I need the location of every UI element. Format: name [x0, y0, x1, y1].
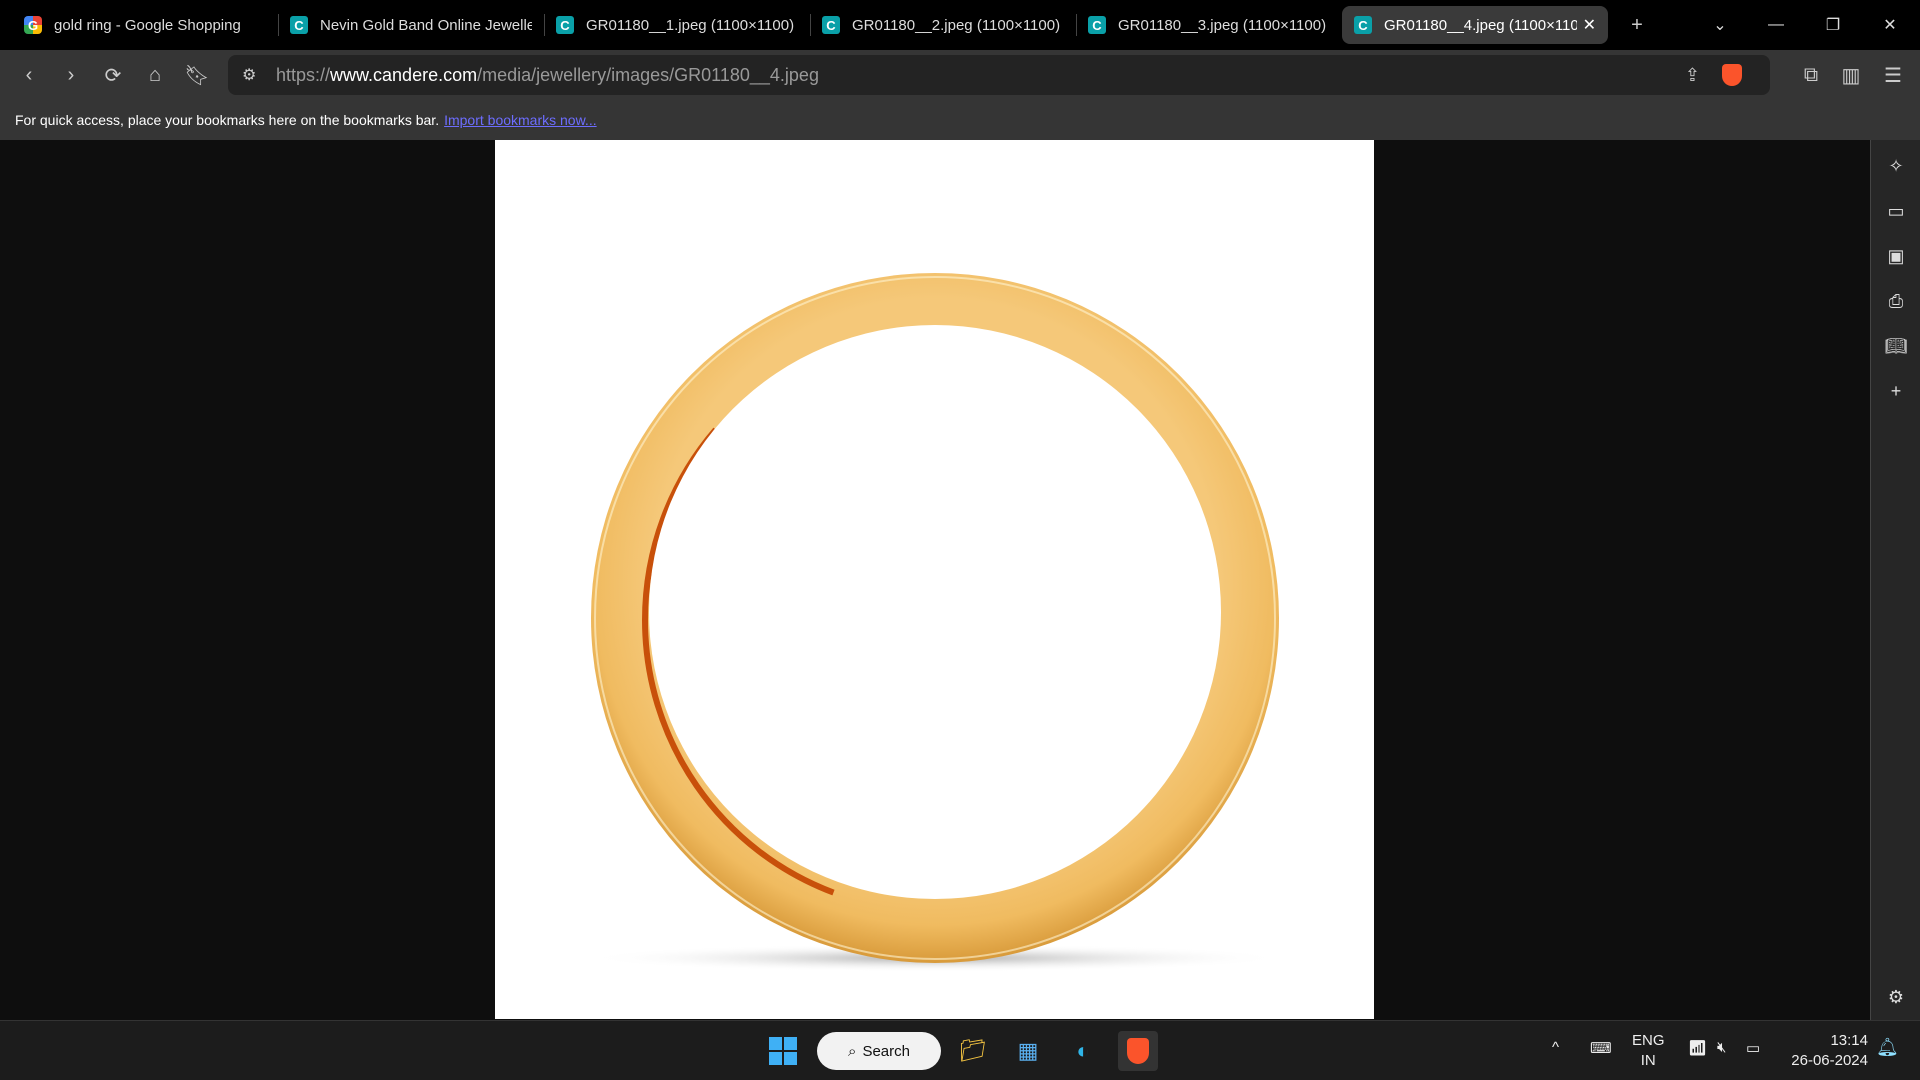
- candere-favicon-icon: C: [1088, 16, 1106, 34]
- brave-icon[interactable]: [1118, 1031, 1158, 1071]
- talk-icon[interactable]: ▭: [1871, 189, 1920, 234]
- keyboard-icon[interactable]: ⌨: [1590, 1039, 1612, 1057]
- taskbar: ⌕ Search 📁︎ ▦ ◐ ^ ⌨ ENG IN 📶︎ 🔇︎ ▭ 13:14 26…: [0, 1020, 1920, 1080]
- bookmarks-icon[interactable]: ⎙: [1871, 279, 1920, 324]
- home-button[interactable]: ⌂: [134, 57, 176, 93]
- browser-sidebar: ✧ ▭ ▣ ⎙ 📖︎ + ⚙︎: [1870, 140, 1920, 1020]
- candere-favicon-icon: C: [1354, 16, 1372, 34]
- taskbar-search[interactable]: ⌕ Search: [817, 1032, 941, 1070]
- url-host: www.candere.com: [330, 64, 478, 85]
- file-explorer-icon[interactable]: 📁︎: [953, 1031, 993, 1071]
- tab-image-2[interactable]: C GR01180__2.jpeg (1100×1100): [810, 6, 1076, 44]
- ring-image: [495, 140, 1374, 1019]
- candere-favicon-icon: C: [290, 16, 308, 34]
- battery-icon[interactable]: ▭: [1746, 1039, 1760, 1057]
- tab-title: GR01180__2.jpeg (1100×1100): [852, 16, 1061, 34]
- tab-title: GR01180__4.jpeg (1100×1100): [1384, 16, 1577, 34]
- close-tab-icon[interactable]: ✕: [1583, 15, 1596, 35]
- region-label: IN: [1640, 1052, 1656, 1069]
- sidebar-settings-icon[interactable]: ⚙︎: [1871, 975, 1920, 1020]
- forward-button[interactable]: ›: [50, 57, 92, 93]
- show-hidden-icons-chevron-icon[interactable]: ^: [1552, 1039, 1559, 1056]
- leo-ai-icon[interactable]: ✧: [1871, 144, 1920, 189]
- extensions-icon[interactable]: ⧉: [1790, 57, 1832, 93]
- menu-icon[interactable]: ☰: [1872, 57, 1914, 93]
- bookmarks-bar-message: For quick access, place your bookmarks h…: [15, 112, 440, 128]
- tab-title: GR01180__3.jpeg (1100×1100): [1118, 16, 1327, 34]
- image-viewer: [0, 140, 1870, 1020]
- microsoft-store-icon[interactable]: ▦: [1008, 1031, 1048, 1071]
- candere-favicon-icon: C: [822, 16, 840, 34]
- tab-google-shopping[interactable]: Ggold ring - Google Shopping: [12, 6, 278, 44]
- tab-title: GR01180__1.jpeg (1100×1100): [586, 16, 795, 34]
- site-settings-icon[interactable]: ⚙︎: [242, 65, 256, 85]
- new-tab-button[interactable]: +: [1616, 7, 1658, 43]
- reading-list-icon[interactable]: 📖︎: [1871, 324, 1920, 369]
- time: 13:14: [1830, 1032, 1868, 1049]
- language-label: ENG: [1632, 1032, 1665, 1049]
- tab-image-4[interactable]: C GR01180__4.jpeg (1100×1100) ✕: [1342, 6, 1608, 44]
- tab-list-chevron-icon[interactable]: ⌄: [1692, 0, 1748, 50]
- tab-title: Nevin Gold Band Online Jewelle: [320, 16, 532, 34]
- url-path: /media/jewellery/images/GR01180__4.jpeg: [477, 64, 819, 85]
- search-label: Search: [862, 1042, 910, 1060]
- tab-strip: Ggold ring - Google Shopping C Nevin Gold…: [0, 0, 1920, 50]
- address-bar[interactable]: ⚙︎ https://www.candere.com/media/jewelle…: [228, 55, 1770, 95]
- back-button[interactable]: ‹: [8, 57, 50, 93]
- url-scheme: https://: [276, 64, 331, 85]
- tab-nevin-gold-band[interactable]: C Nevin Gold Band Online Jewelle: [278, 6, 544, 44]
- notification-bell-icon[interactable]: 🔔︎: [1876, 1037, 1899, 1058]
- search-icon: ⌕: [848, 1042, 857, 1060]
- wifi-icon[interactable]: 📶︎: [1688, 1039, 1707, 1057]
- tab-image-3[interactable]: C GR01180__3.jpeg (1100×1100): [1076, 6, 1342, 44]
- candere-favicon-icon: C: [556, 16, 574, 34]
- import-bookmarks-link[interactable]: Import bookmarks now...: [444, 112, 597, 128]
- language-indicator[interactable]: ENG IN: [1632, 1031, 1665, 1071]
- close-window-button[interactable]: ✕: [1862, 0, 1918, 50]
- wallet-icon[interactable]: ▣: [1871, 234, 1920, 279]
- share-icon[interactable]: ⇪: [1685, 65, 1700, 86]
- sidebar-toggle-icon[interactable]: ▥: [1830, 57, 1872, 93]
- speaker-muted-icon[interactable]: 🔇︎: [1717, 1039, 1726, 1056]
- toolbar: ‹ › ⟳ ⌂ 🔖︎ ⚙︎ https://www.candere.com/me…: [0, 50, 1920, 100]
- bookmarks-bar: For quick access, place your bookmarks h…: [0, 100, 1920, 140]
- restore-button[interactable]: ❐: [1805, 0, 1861, 50]
- google-shopping-favicon-icon: G: [24, 16, 42, 34]
- brave-shields-icon[interactable]: [1722, 64, 1742, 86]
- reload-button[interactable]: ⟳: [92, 57, 134, 93]
- ring-hole: [649, 325, 1221, 899]
- bookmark-button[interactable]: 🔖︎: [176, 57, 218, 93]
- add-panel-icon[interactable]: +: [1871, 369, 1920, 414]
- date: 26-06-2024: [1791, 1052, 1868, 1069]
- minimize-button[interactable]: —: [1748, 0, 1804, 50]
- gold-ring-picture: [585, 273, 1285, 972]
- tab-image-1[interactable]: C GR01180__1.jpeg (1100×1100): [544, 6, 810, 44]
- tab-title: gold ring - Google Shopping: [54, 16, 241, 34]
- start-button[interactable]: [763, 1031, 803, 1071]
- clock[interactable]: 13:14 26-06-2024: [1780, 1031, 1868, 1071]
- url-text: https://www.candere.com/media/jewellery/…: [276, 65, 819, 86]
- edge-icon[interactable]: ◐: [1063, 1031, 1103, 1071]
